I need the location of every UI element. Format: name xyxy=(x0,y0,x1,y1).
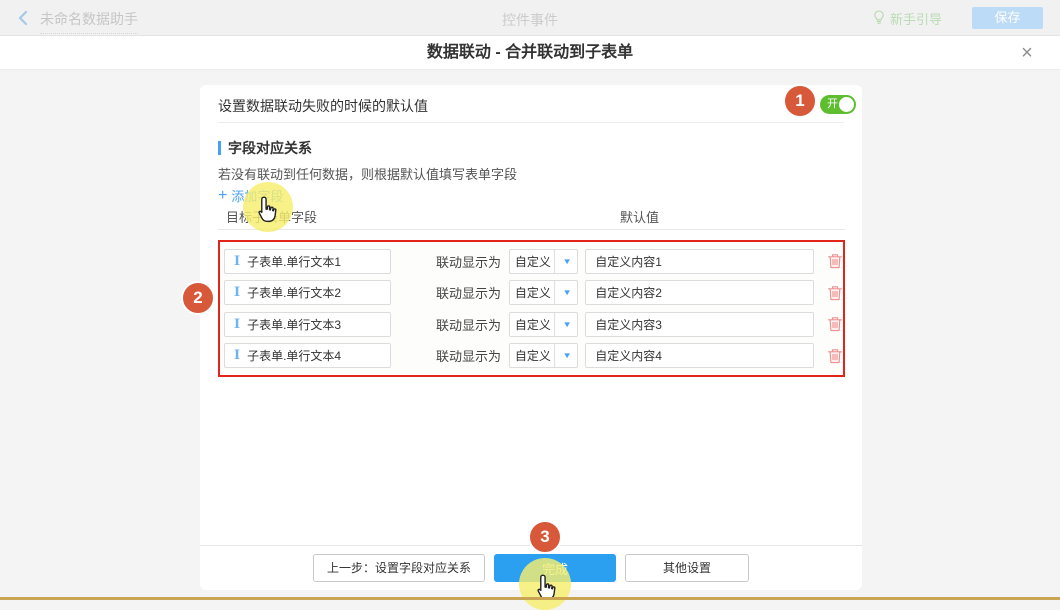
save-button[interactable]: 保存 xyxy=(972,7,1043,29)
delete-row-icon[interactable] xyxy=(827,316,843,332)
hand-cursor-icon xyxy=(252,196,278,231)
default-value-toggle[interactable]: 开 xyxy=(820,95,856,114)
mode-select[interactable]: 自定义 ▼ xyxy=(509,343,579,368)
toggle-on-label: 开 xyxy=(827,98,838,110)
default-value-input[interactable]: 自定义内容2 xyxy=(585,280,814,305)
table-row: I 子表单.单行文本3 联动显示为 自定义 ▼ 自定义内容3 xyxy=(224,312,843,337)
lightbulb-icon xyxy=(873,10,885,28)
header-divider xyxy=(218,229,845,230)
default-value-text: 自定义内容2 xyxy=(595,284,662,301)
target-field-input[interactable]: I 子表单.单行文本3 xyxy=(224,312,391,337)
section-title: 字段对应关系 xyxy=(218,138,312,158)
hand-cursor-icon xyxy=(531,574,557,609)
other-settings-button[interactable]: 其他设置 xyxy=(625,554,749,582)
linkage-display-label: 联动显示为 xyxy=(436,283,509,302)
close-icon[interactable]: × xyxy=(1014,40,1040,66)
default-value-text: 自定义内容1 xyxy=(595,253,662,270)
section-accent-bar xyxy=(218,141,221,155)
target-field-value: 子表单.单行文本4 xyxy=(247,347,341,364)
mode-select[interactable]: 自定义 ▼ xyxy=(509,280,579,305)
step-badge-3: 3 xyxy=(528,520,562,554)
toggle-knob xyxy=(839,97,854,112)
prev-step-button[interactable]: 上一步：设置字段对应关系 xyxy=(313,554,485,582)
chevron-down-icon: ▼ xyxy=(554,281,579,304)
modal-title: 数据联动 - 合并联动到子表单 xyxy=(0,36,1060,70)
mode-select-value: 自定义 xyxy=(510,344,557,367)
default-value-input[interactable]: 自定义内容1 xyxy=(585,249,814,274)
default-value-setting-row: 设置数据联动失败的时候的默认值 开 xyxy=(218,85,844,123)
chevron-down-icon: ▼ xyxy=(554,250,579,273)
default-value-input[interactable]: 自定义内容4 xyxy=(585,343,814,368)
mode-select-value: 自定义 xyxy=(510,250,557,273)
settings-card: 设置数据联动失败的时候的默认值 开 字段对应关系 若没有联动到任何数据，则根据默… xyxy=(200,85,862,590)
table-header: 目标子表单字段 默认值 xyxy=(218,207,844,223)
chevron-down-icon: ▼ xyxy=(554,313,579,336)
section-title-label: 字段对应关系 xyxy=(228,138,312,158)
plus-icon: + xyxy=(218,189,227,202)
default-value-text: 自定义内容3 xyxy=(595,316,662,333)
linkage-display-label: 联动显示为 xyxy=(436,252,509,271)
target-field-input[interactable]: I 子表单.单行文本2 xyxy=(224,280,391,305)
mode-select-value: 自定义 xyxy=(510,313,557,336)
beginner-guide-link[interactable]: 新手引导 xyxy=(873,9,942,28)
target-field-value: 子表单.单行文本2 xyxy=(247,284,341,301)
top-bar: 未命名数据助手 控件事件 新手引导 保存 xyxy=(0,0,1060,36)
target-field-input[interactable]: I 子表单.单行文本1 xyxy=(224,249,391,274)
chevron-down-icon: ▼ xyxy=(554,344,579,367)
mode-select-value: 自定义 xyxy=(510,281,557,304)
modal-body: 设置数据联动失败的时候的默认值 开 字段对应关系 若没有联动到任何数据，则根据默… xyxy=(0,71,1060,600)
table-row: I 子表单.单行文本4 联动显示为 自定义 ▼ 自定义内容4 xyxy=(224,343,843,368)
text-field-icon: I xyxy=(234,348,240,363)
delete-row-icon[interactable] xyxy=(827,285,843,301)
linkage-display-label: 联动显示为 xyxy=(436,315,509,334)
field-mapping-group: I 子表单.单行文本1 联动显示为 自定义 ▼ 自定义内容1 I 子 xyxy=(218,240,845,377)
delete-row-icon[interactable] xyxy=(827,348,843,364)
default-value-column-header: 默认值 xyxy=(620,207,659,226)
text-field-icon: I xyxy=(234,285,240,300)
text-field-icon: I xyxy=(234,317,240,332)
modal-header: 数据联动 - 合并联动到子表单 × xyxy=(0,36,1060,70)
delete-row-icon[interactable] xyxy=(827,253,843,269)
table-row: I 子表单.单行文本1 联动显示为 自定义 ▼ 自定义内容1 xyxy=(224,249,843,274)
beginner-guide-label: 新手引导 xyxy=(890,9,942,28)
section-description: 若没有联动到任何数据，则根据默认值填写表单字段 xyxy=(218,164,517,183)
step-badge-2: 2 xyxy=(181,281,215,315)
default-value-input[interactable]: 自定义内容3 xyxy=(585,312,814,337)
target-field-value: 子表单.单行文本3 xyxy=(247,316,341,333)
linkage-display-label: 联动显示为 xyxy=(436,346,509,365)
mode-select[interactable]: 自定义 ▼ xyxy=(509,312,579,337)
table-row: I 子表单.单行文本2 联动显示为 自定义 ▼ 自定义内容2 xyxy=(224,280,843,305)
target-field-input[interactable]: I 子表单.单行文本4 xyxy=(224,343,391,368)
step-badge-1: 1 xyxy=(783,84,817,118)
default-value-text: 自定义内容4 xyxy=(595,347,662,364)
default-value-setting-label: 设置数据联动失败的时候的默认值 xyxy=(218,96,428,116)
text-field-icon: I xyxy=(234,254,240,269)
target-field-value: 子表单.单行文本1 xyxy=(247,253,341,270)
mode-select[interactable]: 自定义 ▼ xyxy=(509,249,579,274)
